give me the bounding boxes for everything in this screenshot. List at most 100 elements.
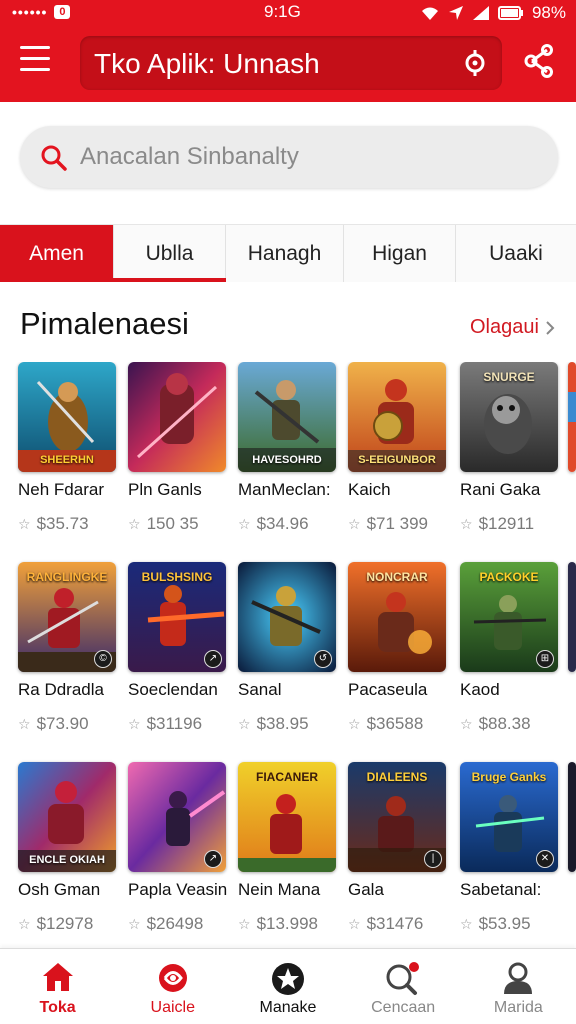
- game-name: Nein Mana: [238, 880, 321, 899]
- game-thumbnail[interactable]: Bruge Ganks ✕: [460, 762, 558, 872]
- star-icon: ☆: [460, 715, 473, 732]
- nav-item-cencaan[interactable]: Cencaan: [346, 949, 461, 1024]
- hamburger-icon[interactable]: [20, 46, 56, 76]
- thumb-caption: PACKOKE: [479, 570, 539, 584]
- game-card[interactable]: PACKOKE ⊞ Kaod ☆ $88.38: [460, 562, 560, 734]
- search-icon: [386, 962, 420, 995]
- tab-amen[interactable]: Amen: [0, 225, 114, 282]
- swirl-icon: [158, 964, 187, 992]
- nav-item-uaicle[interactable]: Uaicle: [115, 949, 230, 1024]
- game-name: Rani Gaka: [460, 480, 541, 499]
- game-thumbnail[interactable]: [568, 562, 576, 672]
- see-all-label: Olagaui: [470, 316, 539, 338]
- thumb-caption: SHEERHN: [40, 454, 94, 466]
- price-value: $35.73: [36, 514, 89, 533]
- price-value: $12911: [478, 514, 535, 533]
- nav-item-toka[interactable]: Toka: [0, 949, 115, 1024]
- home-icon: [42, 963, 73, 991]
- thumb-badge: ↗: [204, 850, 222, 868]
- game-thumbnail[interactable]: [568, 762, 576, 872]
- nav-label: Manake: [259, 999, 317, 1016]
- price-value: $73.90: [36, 714, 89, 733]
- thumb-caption: RANGLINGKE: [26, 570, 108, 584]
- game-card[interactable]: DIALEENS | Gala ☆ $31476: [348, 762, 448, 934]
- game-thumbnail[interactable]: NONCRAR: [348, 562, 446, 672]
- target-icon[interactable]: [462, 49, 488, 77]
- game-thumbnail[interactable]: S-EEIGUNBOR: [348, 362, 446, 472]
- section-title: Pimalenaesi: [20, 306, 189, 341]
- game-card[interactable]: HAVESOHRD ManMeclan: ☆ $34.96: [238, 362, 338, 534]
- game-card-peek[interactable]: [568, 362, 576, 472]
- game-price: ☆ $53.95: [460, 914, 560, 934]
- price-value: $31196: [146, 714, 203, 733]
- game-thumbnail[interactable]: ENCLE OKIAH: [18, 762, 116, 872]
- game-price: ☆ $38.95: [238, 714, 338, 734]
- game-card[interactable]: ENCLE OKIAH Osh Gman ☆ $12978: [18, 762, 118, 934]
- game-thumbnail[interactable]: DIALEENS |: [348, 762, 446, 872]
- star-icon: ☆: [128, 915, 141, 932]
- thumb-caption: BULSHSING: [141, 570, 213, 584]
- star-icon: ☆: [128, 515, 141, 532]
- price-value: $26498: [146, 914, 204, 933]
- game-card[interactable]: Bruge Ganks ✕ Sabetanal: ☆ $53.95: [460, 762, 560, 934]
- tab-higan[interactable]: Higan: [344, 225, 456, 282]
- star-icon: ☆: [460, 915, 473, 932]
- game-card-peek[interactable]: [568, 562, 576, 672]
- game-thumbnail[interactable]: [128, 362, 226, 472]
- tab-ublla[interactable]: Ublla: [114, 225, 226, 282]
- nav-item-marida[interactable]: Marida: [461, 949, 576, 1024]
- battery-percent: 98%: [531, 3, 566, 22]
- game-card[interactable]: ↗ Papla Veasin ☆ $26498: [128, 762, 228, 934]
- game-card[interactable]: FIACANER Nein Mana ☆ $13.998: [238, 762, 338, 934]
- search-input[interactable]: [80, 134, 540, 180]
- game-price: ☆ $35.73: [18, 514, 118, 534]
- game-card[interactable]: S-EEIGUNBOR Kaich ☆ $71 399: [348, 362, 448, 534]
- game-price: ☆ $34.96: [238, 514, 338, 534]
- title-field[interactable]: Tko Aplik: Unnash: [80, 36, 502, 90]
- game-thumbnail[interactable]: SNURGE: [460, 362, 558, 472]
- game-name: Pacaseula: [348, 680, 428, 699]
- game-card[interactable]: BULSHSING ↗ Soeclendan ☆ $31196: [128, 562, 228, 734]
- game-card[interactable]: Pln Ganls ☆ 150 35: [128, 362, 228, 534]
- nav-label: Uaicle: [150, 999, 196, 1016]
- tab-uaaki[interactable]: Uaaki: [456, 225, 576, 282]
- thumb-caption: FIACANER: [256, 770, 318, 784]
- game-card[interactable]: SHEERHN Neh Fdarar ☆ $35.73: [18, 362, 118, 534]
- game-thumbnail[interactable]: BULSHSING ↗: [128, 562, 226, 672]
- search-bar[interactable]: [20, 126, 558, 188]
- game-card[interactable]: RANGLINGKE © Ra Ddradla ☆ $73.90: [18, 562, 118, 734]
- game-card-peek[interactable]: [568, 762, 576, 872]
- game-grid: SHEERHN Neh Fdarar ☆ $35.73 Pln Ganls ☆ 15…: [0, 362, 576, 942]
- signal-dots: ••••••: [12, 4, 48, 20]
- game-thumbnail[interactable]: [568, 362, 576, 472]
- game-card[interactable]: NONCRAR Pacaseula ☆ $36588: [348, 562, 448, 734]
- game-thumbnail[interactable]: ↗: [128, 762, 226, 872]
- game-price: ☆ $71 399: [348, 514, 448, 534]
- star-badge-icon: [271, 963, 304, 995]
- nav-item-manake[interactable]: Manake: [230, 949, 345, 1024]
- nav-label: Marida: [493, 999, 543, 1016]
- star-icon: ☆: [348, 515, 361, 532]
- game-name: Sanal: [238, 680, 282, 699]
- star-icon: ☆: [18, 515, 31, 532]
- game-thumbnail[interactable]: ↺: [238, 562, 336, 672]
- game-thumbnail[interactable]: SHEERHN: [18, 362, 116, 472]
- game-thumbnail[interactable]: RANGLINGKE ©: [18, 562, 116, 672]
- thumb-badge: ↗: [204, 650, 222, 668]
- game-thumbnail[interactable]: PACKOKE ⊞: [460, 562, 558, 672]
- game-card[interactable]: SNURGE Rani Gaka ☆ $12911: [460, 362, 560, 534]
- thumb-badge: |: [424, 850, 442, 868]
- wifi-icon: [421, 7, 438, 20]
- price-value: $13.998: [256, 914, 319, 933]
- thumb-caption: S-EEIGUNBOR: [358, 454, 436, 466]
- see-all-link[interactable]: Olagaui: [470, 316, 555, 339]
- share-icon[interactable]: [524, 44, 554, 78]
- game-card[interactable]: ↺ Sanal ☆ $38.95: [238, 562, 338, 734]
- game-name: Kaod: [460, 680, 500, 699]
- game-thumbnail[interactable]: HAVESOHRD: [238, 362, 336, 472]
- game-price: ☆ $31196: [128, 714, 228, 734]
- game-thumbnail[interactable]: FIACANER: [238, 762, 336, 872]
- app-bar: Tko Aplik: Unnash: [0, 24, 576, 102]
- thumb-badge: ✕: [536, 850, 554, 868]
- tab-hanagh[interactable]: Hanagh: [226, 225, 344, 282]
